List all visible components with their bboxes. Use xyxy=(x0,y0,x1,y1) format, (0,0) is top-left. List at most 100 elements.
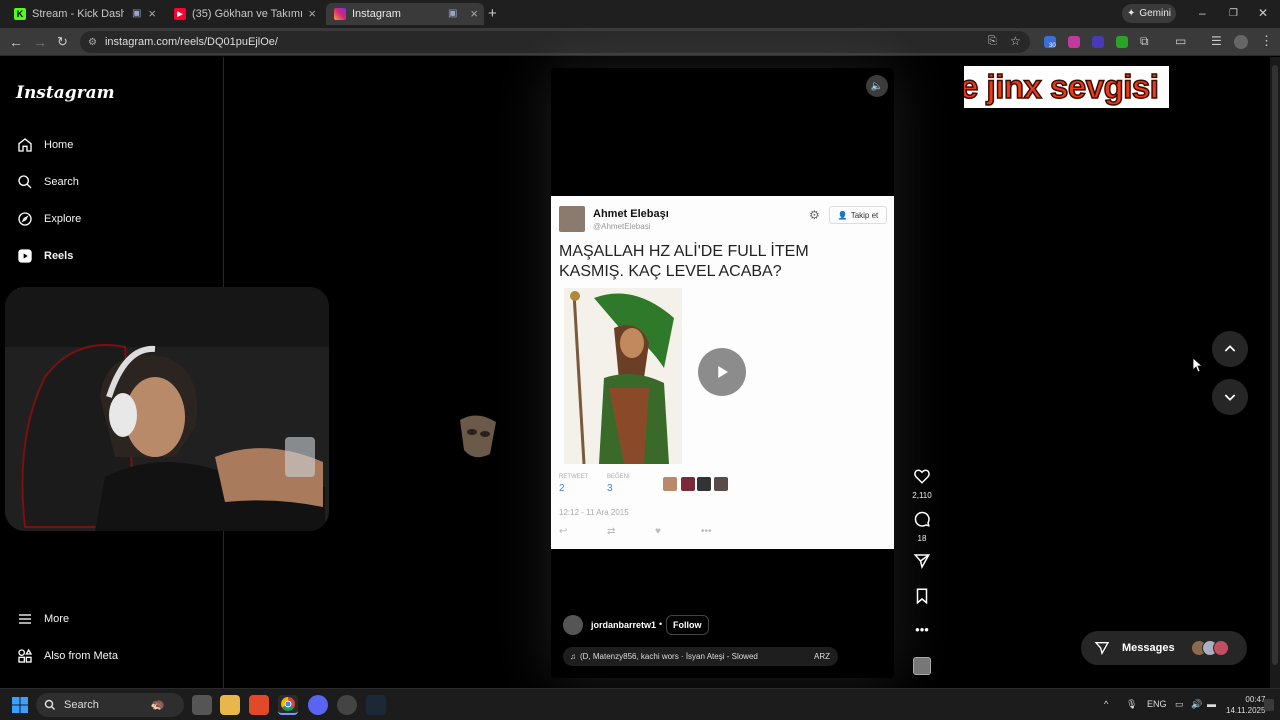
extension-icon[interactable] xyxy=(1116,36,1128,48)
forward-icon[interactable]: → xyxy=(33,34,47,50)
audio-thumbnail[interactable] xyxy=(913,657,931,675)
next-reel-button[interactable] xyxy=(1212,379,1248,415)
tab-instagram[interactable]: Instagram ▣ × xyxy=(326,3,484,25)
new-tab-button[interactable]: + xyxy=(488,5,497,22)
sidebar-item-reels[interactable]: Reels xyxy=(16,247,73,265)
close-tab-icon[interactable]: × xyxy=(148,6,156,21)
avatar xyxy=(1213,640,1229,656)
sidebar-item-label: Explore xyxy=(44,213,82,225)
close-tab-icon[interactable]: × xyxy=(308,6,316,21)
language-indicator[interactable]: ENG xyxy=(1147,699,1167,709)
extension-icon[interactable] xyxy=(1068,36,1080,48)
back-icon[interactable]: ← xyxy=(9,34,23,50)
likes-count: 3 xyxy=(607,483,613,494)
sidebar-item-more[interactable]: More xyxy=(16,610,69,628)
browser-menu-icon[interactable]: ⋮ xyxy=(1260,33,1273,49)
reload-icon[interactable]: ↻ xyxy=(57,34,68,50)
messages-button[interactable]: Messages xyxy=(1081,631,1247,665)
windows-start-icon[interactable] xyxy=(12,697,28,718)
instagram-icon xyxy=(334,8,346,20)
brave-icon[interactable] xyxy=(249,695,269,715)
discord-icon[interactable] xyxy=(308,695,328,715)
sidebar-item-label: Search xyxy=(44,176,79,188)
address-bar[interactable]: ⚙ instagram.com/reels/DQ01puEjlOe/ ⎘ ☆ xyxy=(80,31,1030,53)
tweet-author-handle: @AhmetElebasi xyxy=(593,222,651,231)
maximize-icon[interactable]: ❐ xyxy=(1229,8,1238,19)
message-avatars xyxy=(1191,640,1229,656)
more-options-button[interactable]: ••• xyxy=(909,622,935,637)
instagram-logo[interactable]: Instagram xyxy=(16,83,115,103)
send-icon xyxy=(913,554,931,570)
sidebar-item-label: Reels xyxy=(44,250,74,262)
sidebar-item-home[interactable]: Home xyxy=(16,136,73,154)
site-info-icon[interactable]: ⚙ xyxy=(88,37,97,48)
task-view-icon[interactable] xyxy=(192,695,212,715)
extensions-puzzle-icon[interactable]: ⧉ xyxy=(1140,34,1149,49)
send-icon xyxy=(1094,642,1110,656)
close-window-icon[interactable]: ✕ xyxy=(1258,6,1268,20)
speaker-icon: 🔈 xyxy=(870,80,884,92)
tab-youtube[interactable]: ▶ (35) Gökhan ve Takımı Bektaşi • × xyxy=(166,3,322,25)
steam-icon[interactable] xyxy=(366,695,386,715)
save-button[interactable] xyxy=(909,587,935,610)
share-button[interactable] xyxy=(909,552,935,575)
extension-badge: 30 xyxy=(1049,43,1056,49)
taskbar-search-label: Search xyxy=(64,699,99,711)
retweet-icon: ⇄ xyxy=(607,526,616,537)
profile-avatar[interactable] xyxy=(1234,35,1248,49)
clock-time: 00:47 xyxy=(1245,695,1266,704)
reel-video[interactable]: Ahmet Elebaşı @AhmetElebasi ⚙ 👤 Takip et… xyxy=(551,68,894,678)
install-app-icon[interactable]: ⎘ xyxy=(988,35,997,48)
bookmark-star-icon[interactable]: ☆ xyxy=(1010,34,1021,48)
tweet-image xyxy=(564,288,682,465)
tab-title: Instagram xyxy=(352,8,401,20)
author-avatar[interactable] xyxy=(563,615,583,635)
split-view-icon[interactable]: ▭ xyxy=(1175,34,1186,48)
meta-apps-icon xyxy=(16,647,34,665)
extension-icon[interactable] xyxy=(1092,36,1104,48)
notification-icon[interactable] xyxy=(1264,699,1274,711)
play-button[interactable] xyxy=(698,348,746,396)
file-explorer-icon[interactable] xyxy=(220,695,240,715)
chrome-icon[interactable] xyxy=(278,695,298,715)
close-tab-icon[interactable]: × xyxy=(470,6,478,21)
obs-icon[interactable] xyxy=(337,695,357,715)
tweet-avatar xyxy=(559,206,585,232)
follow-button[interactable]: Follow xyxy=(666,615,709,635)
sidebar-item-explore[interactable]: Explore xyxy=(16,210,81,228)
tab-title: (35) Gökhan ve Takımı Bektaşi • xyxy=(192,8,302,20)
sidebar-item-label: More xyxy=(44,613,70,625)
taskbar-search[interactable]: Search 🦔 xyxy=(36,693,184,717)
tab-search-icon[interactable]: ☰ xyxy=(1211,34,1222,48)
network-icon[interactable]: ▭ xyxy=(1175,699,1184,710)
tab-kick-dashboard[interactable]: K Stream - Kick Dashboard ▣ × xyxy=(6,3,162,25)
page-scrollbar[interactable] xyxy=(1270,57,1280,688)
sound-toggle-button[interactable]: 🔈 xyxy=(866,75,888,97)
clock-date: 14.11.2025 xyxy=(1226,706,1266,715)
play-icon xyxy=(718,366,728,378)
audio-track-label: (D, Matenzy856, kachi wors · İsyan Ateşi… xyxy=(580,652,758,661)
gemini-label: Gemini xyxy=(1139,8,1172,19)
battery-icon[interactable]: ▬ xyxy=(1207,699,1216,709)
stream-overlay-text: e jinx sevgisi xyxy=(964,67,1160,106)
comment-button[interactable]: 18 xyxy=(909,510,935,543)
sidebar-item-also-from-meta[interactable]: Also from Meta xyxy=(16,647,118,665)
scrollbar-thumb[interactable] xyxy=(1272,65,1278,665)
likes-label: BEĞENİ xyxy=(607,474,630,480)
comment-count: 18 xyxy=(917,534,927,543)
previous-reel-button[interactable] xyxy=(1212,331,1248,367)
media-icon: ▣ xyxy=(132,8,142,19)
author-username[interactable]: jordanbarretw1 xyxy=(591,620,656,630)
liker-avatar xyxy=(697,477,711,491)
like-button[interactable]: 2,110 xyxy=(909,467,935,500)
minimize-icon[interactable]: – xyxy=(1199,6,1206,20)
volume-icon[interactable]: 🔊 xyxy=(1191,699,1202,710)
audio-track-pill[interactable]: ♫ (D, Matenzy856, kachi wors · İsyan Ate… xyxy=(563,647,838,666)
microphone-icon[interactable]: 🎙 xyxy=(1126,699,1137,710)
tray-chevron-up-icon[interactable]: ^ xyxy=(1104,699,1108,709)
tweet-screenshot: Ahmet Elebaşı @AhmetElebasi ⚙ 👤 Takip et… xyxy=(551,196,894,549)
system-clock[interactable]: 00:47 14.11.2025 xyxy=(1226,694,1265,716)
mouse-cursor-icon xyxy=(1192,357,1204,378)
gemini-button[interactable]: ✦ Gemini xyxy=(1122,4,1176,23)
sidebar-item-search[interactable]: Search xyxy=(16,173,79,191)
